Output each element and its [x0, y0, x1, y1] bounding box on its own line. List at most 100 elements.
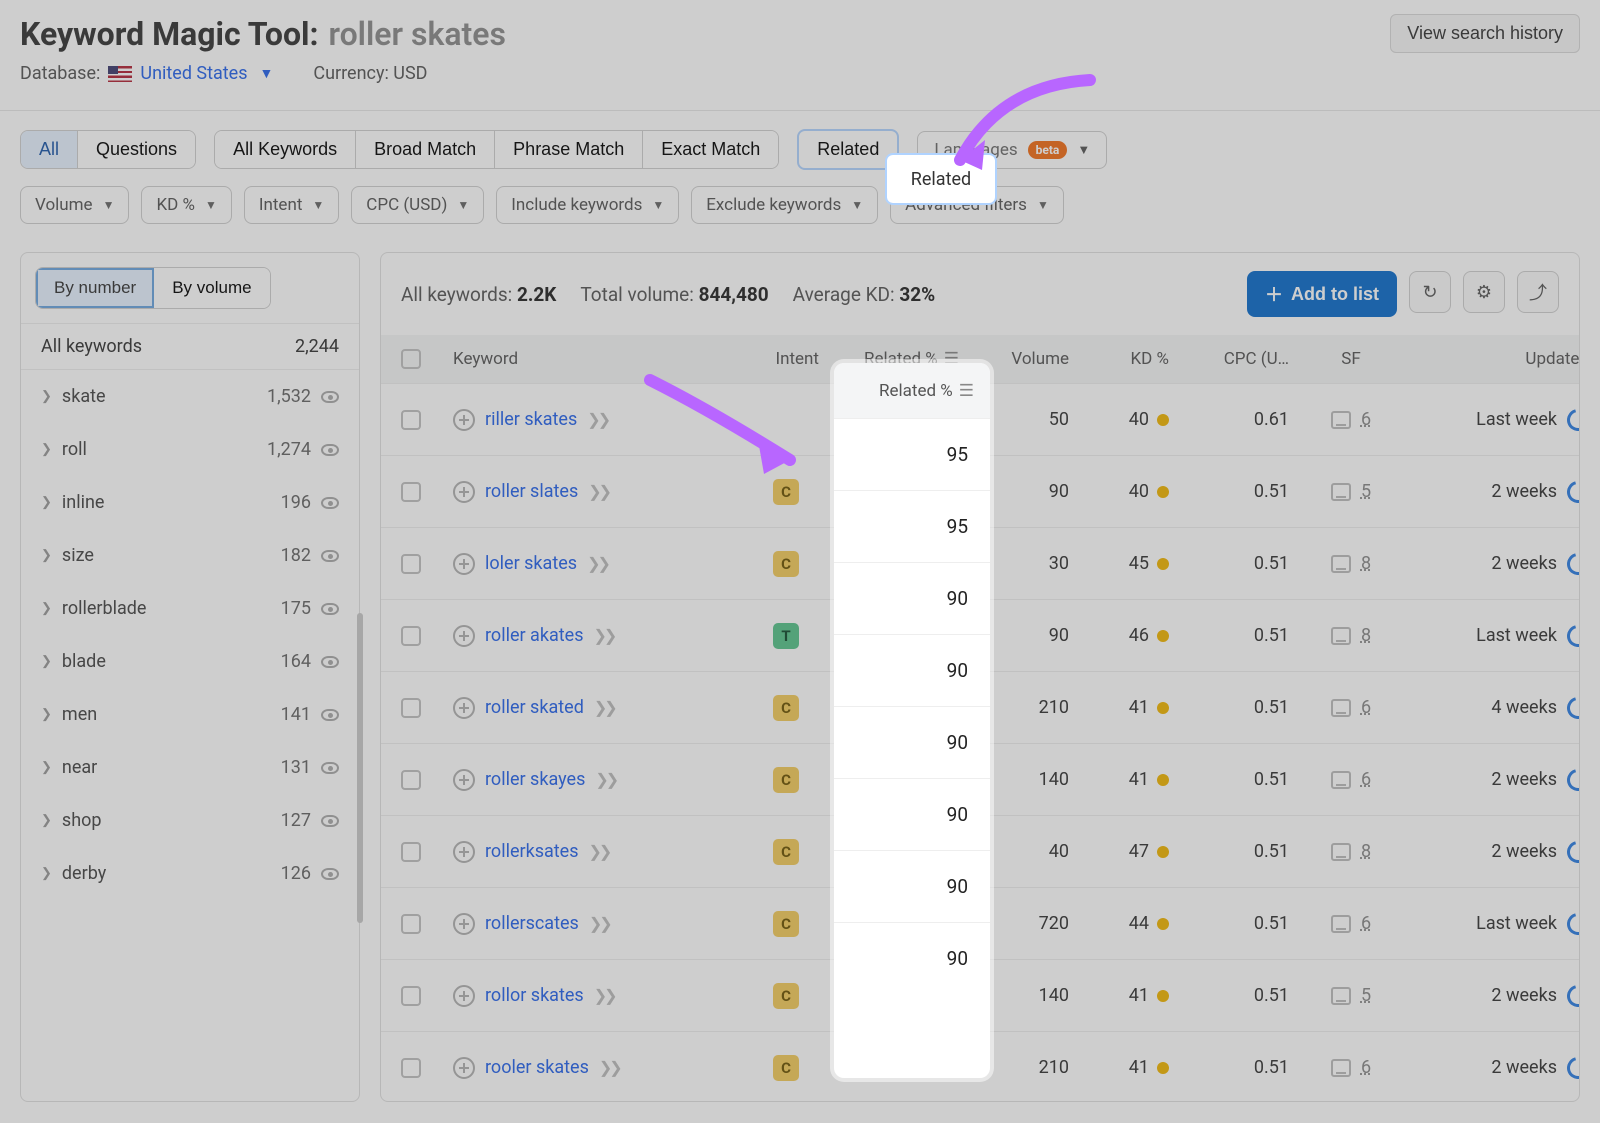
database-selector[interactable]: Database: United States ▼: [20, 63, 273, 84]
keyword-link[interactable]: roller skated: [485, 697, 584, 718]
eye-icon[interactable]: [321, 709, 339, 721]
refresh-row-icon[interactable]: [1563, 548, 1580, 578]
export-button[interactable]: ⤴: [1517, 271, 1559, 313]
refresh-row-icon[interactable]: [1563, 404, 1580, 434]
add-keyword-icon[interactable]: [453, 985, 475, 1007]
refresh-row-icon[interactable]: [1563, 980, 1580, 1010]
row-checkbox[interactable]: [401, 482, 421, 502]
col-sf[interactable]: SF: [1301, 349, 1401, 369]
row-checkbox[interactable]: [401, 626, 421, 646]
serp-features-icon[interactable]: [1331, 987, 1351, 1005]
sidebar-item-derby[interactable]: ❯derby126: [21, 847, 359, 900]
add-keyword-icon[interactable]: [453, 1057, 475, 1079]
serp-features-icon[interactable]: [1331, 771, 1351, 789]
keyword-link[interactable]: rollerksates: [485, 841, 579, 862]
sidebar-item-shop[interactable]: ❯shop127: [21, 794, 359, 847]
serp-features-icon[interactable]: [1331, 915, 1351, 933]
eye-icon[interactable]: [321, 815, 339, 827]
keyword-link[interactable]: loler skates: [485, 553, 577, 574]
tab-all-keywords[interactable]: All Keywords: [215, 131, 355, 168]
sidebar-item-blade[interactable]: ❯blade164: [21, 635, 359, 688]
row-checkbox[interactable]: [401, 1058, 421, 1078]
filter-kd-[interactable]: KD %▼: [141, 186, 231, 224]
refresh-row-icon[interactable]: [1563, 620, 1580, 650]
open-icon[interactable]: ❯❯: [588, 482, 609, 501]
refresh-row-icon[interactable]: [1563, 692, 1580, 722]
keyword-link[interactable]: roller akates: [485, 625, 583, 646]
refresh-row-icon[interactable]: [1563, 1052, 1580, 1082]
refresh-button[interactable]: ↻: [1409, 271, 1451, 313]
serp-features-icon[interactable]: [1331, 555, 1351, 573]
row-checkbox[interactable]: [401, 914, 421, 934]
by-volume-button[interactable]: By volume: [154, 268, 269, 308]
row-checkbox[interactable]: [401, 770, 421, 790]
refresh-row-icon[interactable]: [1563, 836, 1580, 866]
highlighted-tab-related[interactable]: Related: [885, 153, 997, 205]
serp-features-icon[interactable]: [1331, 483, 1351, 501]
col-kd[interactable]: KD %: [1081, 349, 1181, 369]
open-icon[interactable]: ❯❯: [599, 1058, 620, 1077]
eye-icon[interactable]: [321, 550, 339, 562]
add-keyword-icon[interactable]: [453, 697, 475, 719]
keyword-link[interactable]: rollerscates: [485, 913, 579, 934]
keyword-link[interactable]: roller skayes: [485, 769, 585, 790]
serp-features-icon[interactable]: [1331, 411, 1351, 429]
open-icon[interactable]: ❯❯: [595, 770, 616, 789]
eye-icon[interactable]: [321, 762, 339, 774]
eye-icon[interactable]: [321, 444, 339, 456]
filter-exclude-keywords[interactable]: Exclude keywords▼: [691, 186, 878, 224]
add-keyword-icon[interactable]: [453, 481, 475, 503]
keyword-link[interactable]: riller skates: [485, 409, 577, 430]
open-icon[interactable]: ❯❯: [594, 986, 615, 1005]
sidebar-item-skate[interactable]: ❯skate1,532: [21, 370, 359, 423]
sidebar-item-inline[interactable]: ❯inline196: [21, 476, 359, 529]
keyword-link[interactable]: roller slates: [485, 481, 578, 502]
add-keyword-icon[interactable]: [453, 625, 475, 647]
view-search-history-button[interactable]: View search history: [1390, 14, 1580, 53]
scrollbar[interactable]: [357, 613, 363, 923]
eye-icon[interactable]: [321, 868, 339, 880]
settings-button[interactable]: ⚙: [1463, 271, 1505, 313]
col-updated[interactable]: Updated: [1401, 349, 1580, 369]
open-icon[interactable]: ❯❯: [593, 626, 614, 645]
col-cpc[interactable]: CPC (U…: [1181, 349, 1301, 369]
serp-features-icon[interactable]: [1331, 1059, 1351, 1077]
row-checkbox[interactable]: [401, 410, 421, 430]
filter-cpc-usd-[interactable]: CPC (USD)▼: [351, 186, 484, 224]
sidebar-item-size[interactable]: ❯size182: [21, 529, 359, 582]
add-keyword-icon[interactable]: [453, 841, 475, 863]
col-keyword[interactable]: Keyword: [441, 349, 741, 369]
row-checkbox[interactable]: [401, 986, 421, 1006]
eye-icon[interactable]: [321, 391, 339, 403]
add-keyword-icon[interactable]: [453, 409, 475, 431]
serp-features-icon[interactable]: [1331, 843, 1351, 861]
tab-exact-match[interactable]: Exact Match: [642, 131, 778, 168]
eye-icon[interactable]: [321, 497, 339, 509]
by-number-button[interactable]: By number: [36, 268, 154, 308]
tab-all[interactable]: All: [21, 131, 77, 168]
refresh-row-icon[interactable]: [1563, 476, 1580, 506]
add-to-list-button[interactable]: ＋ Add to list: [1247, 271, 1397, 317]
keyword-link[interactable]: rooler skates: [485, 1057, 589, 1078]
filter-include-keywords[interactable]: Include keywords▼: [496, 186, 679, 224]
row-checkbox[interactable]: [401, 698, 421, 718]
tab-questions[interactable]: Questions: [77, 131, 195, 168]
filter-volume[interactable]: Volume▼: [20, 186, 129, 224]
eye-icon[interactable]: [321, 656, 339, 668]
serp-features-icon[interactable]: [1331, 627, 1351, 645]
open-icon[interactable]: ❯❯: [589, 842, 610, 861]
refresh-row-icon[interactable]: [1563, 764, 1580, 794]
row-checkbox[interactable]: [401, 554, 421, 574]
open-icon[interactable]: ❯❯: [587, 410, 608, 429]
sidebar-item-men[interactable]: ❯men141: [21, 688, 359, 741]
filter-intent[interactable]: Intent▼: [244, 186, 339, 224]
open-icon[interactable]: ❯❯: [594, 698, 615, 717]
sidebar-item-near[interactable]: ❯near131: [21, 741, 359, 794]
tab-broad-match[interactable]: Broad Match: [355, 131, 494, 168]
tab-phrase-match[interactable]: Phrase Match: [494, 131, 642, 168]
eye-icon[interactable]: [321, 603, 339, 615]
col-intent[interactable]: Intent: [741, 349, 831, 369]
add-keyword-icon[interactable]: [453, 553, 475, 575]
database-country[interactable]: United States: [140, 63, 247, 84]
row-checkbox[interactable]: [401, 842, 421, 862]
